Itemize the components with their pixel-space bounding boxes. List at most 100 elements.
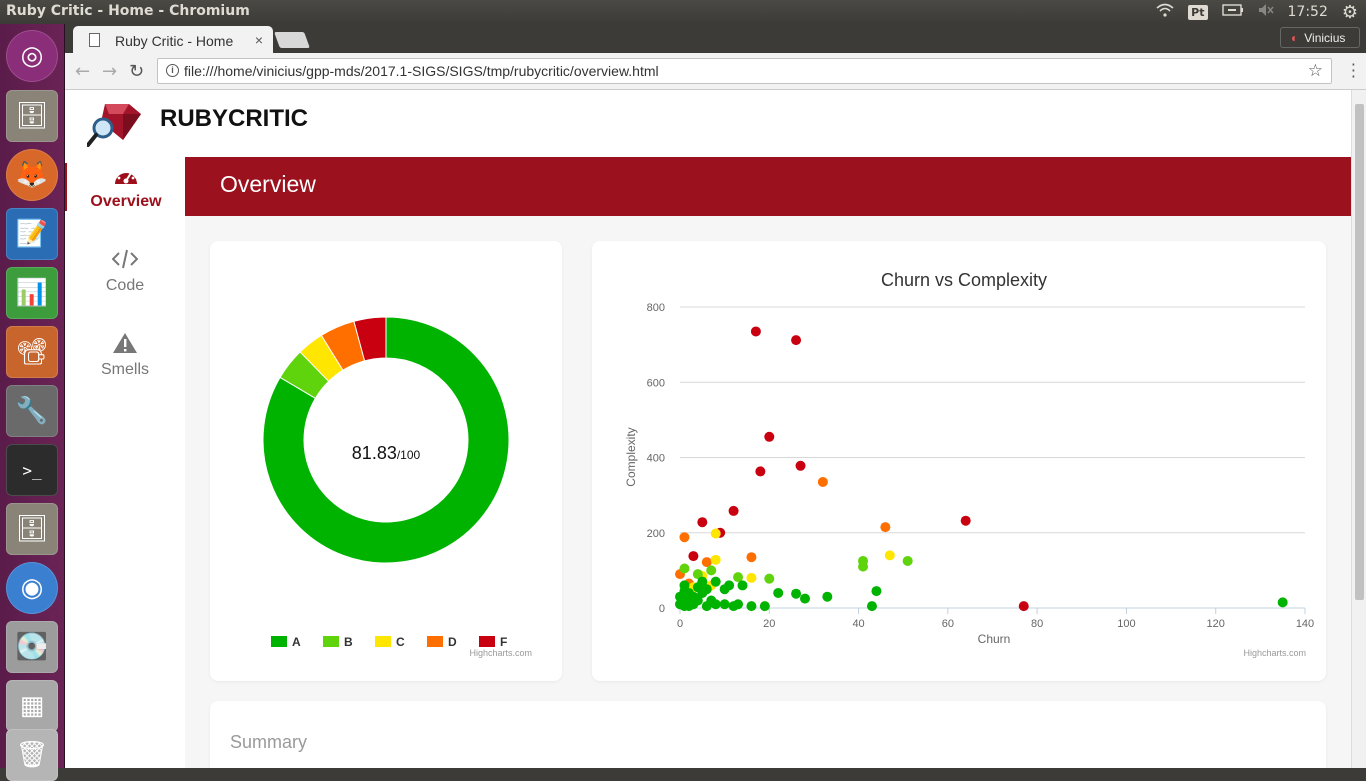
scatter-point-A-44[interactable] xyxy=(719,584,730,595)
libreoffice-writer-icon[interactable]: 📝 xyxy=(6,208,58,260)
bookmark-star-icon[interactable]: ☆ xyxy=(1308,61,1323,81)
keyboard-layout-indicator[interactable]: Pt xyxy=(1188,4,1208,20)
legend-item-B[interactable]: B xyxy=(323,635,353,649)
scatter-point-B-30[interactable] xyxy=(706,565,717,576)
scatter-point-C-18[interactable] xyxy=(710,528,721,539)
profile-button[interactable]: ◐ Vinicius xyxy=(1280,27,1360,48)
address-bar[interactable]: i file:///home/vinicius/gpp-mds/2017.1-S… xyxy=(157,58,1332,84)
scrollbar-thumb[interactable] xyxy=(1355,104,1364,600)
scatter-point-A-34[interactable] xyxy=(871,586,882,597)
x-tick-label-40: 40 xyxy=(852,618,864,630)
page-title: Overview xyxy=(220,171,316,197)
legend-label-A: A xyxy=(292,635,301,649)
trash-icon[interactable]: 🗑 xyxy=(6,729,58,781)
scatter-point-F-0[interactable] xyxy=(750,326,761,337)
ubuntu-dash-icon[interactable]: ◎ xyxy=(6,30,58,82)
browser-menu-icon[interactable]: · · · xyxy=(1351,57,1356,85)
legend-item-F[interactable]: F xyxy=(479,635,507,649)
legend-label-B: B xyxy=(344,635,353,649)
libreoffice-calc-icon[interactable]: 📊 xyxy=(6,267,58,319)
scatter-point-B-28[interactable] xyxy=(679,563,690,574)
info-icon[interactable]: i xyxy=(166,64,179,77)
scatter-point-C-20[interactable] xyxy=(710,554,721,565)
scatter-point-B-31[interactable] xyxy=(764,573,775,584)
scatter-point-B-27[interactable] xyxy=(858,561,869,572)
scatter-point-D-11[interactable] xyxy=(817,476,828,487)
page-scrollbar[interactable] xyxy=(1351,90,1366,768)
scatter-point-F-6[interactable] xyxy=(697,517,708,528)
disk-drive-icon[interactable]: 💽 xyxy=(6,621,58,673)
new-tab-button[interactable] xyxy=(274,32,310,48)
forward-arrow-icon[interactable]: → xyxy=(102,61,117,82)
legend-label-C: C xyxy=(396,635,405,649)
scatter-point-A-67[interactable] xyxy=(728,601,739,612)
x-tick-label-140: 140 xyxy=(1296,618,1314,630)
scatter-point-A-33[interactable] xyxy=(1277,597,1288,608)
legend-item-A[interactable]: A xyxy=(271,635,301,649)
scatter-point-A-41[interactable] xyxy=(737,580,748,591)
url-text[interactable]: file:///home/vinicius/gpp-mds/2017.1-SIG… xyxy=(184,63,659,79)
tab-close-icon[interactable]: × xyxy=(255,32,263,48)
scatter-point-F-9[interactable] xyxy=(960,515,971,526)
scatter-point-F-1[interactable] xyxy=(791,335,802,346)
scatter-point-A-40[interactable] xyxy=(746,601,757,612)
brand-name[interactable]: RUBYCRITIC xyxy=(160,105,308,133)
reload-icon[interactable]: ↻ xyxy=(129,61,144,82)
browser-tab[interactable]: Ruby Critic - Home × xyxy=(73,26,273,53)
scatter-point-A-65[interactable] xyxy=(675,591,685,602)
nav-smells-label: Smells xyxy=(100,361,149,378)
files-icon[interactable]: 🗄 xyxy=(6,90,58,142)
scatter-point-A-37[interactable] xyxy=(791,588,802,599)
scatter-point-F-5[interactable] xyxy=(728,505,739,516)
donut-credit[interactable]: Highcharts.com xyxy=(469,648,532,658)
nav-overview-label: Overview xyxy=(90,193,162,210)
nav-code[interactable]: Code xyxy=(65,247,185,295)
system-settings-icon[interactable]: 🔧 xyxy=(6,385,58,437)
legend-item-D[interactable]: D xyxy=(427,635,457,649)
scatter-point-F-2[interactable] xyxy=(764,431,775,442)
legend-item-C[interactable]: C xyxy=(375,635,405,649)
score-donut-chart: 81.83/100 A B C D F Highcharts.com xyxy=(262,316,532,658)
scatter-point-C-19[interactable] xyxy=(884,550,895,561)
wifi-icon[interactable] xyxy=(1156,3,1174,21)
scatter-point-A-66[interactable] xyxy=(866,601,877,612)
terminal-icon[interactable]: >_ xyxy=(6,444,58,496)
scatter-point-A-36[interactable] xyxy=(800,593,810,604)
warning-icon xyxy=(113,333,137,353)
y-tick-label-400: 400 xyxy=(647,453,665,465)
churn-complexity-chart: Churn vs Complexity 0 200 400 600 800 0 20 40 60… xyxy=(624,270,1314,658)
chromium-icon[interactable]: ◉ xyxy=(6,562,58,614)
legend-swatch-F xyxy=(479,636,495,647)
scatter-point-A-45[interactable] xyxy=(719,599,730,610)
scatter-point-F-8[interactable] xyxy=(688,551,699,562)
scatter-point-D-12[interactable] xyxy=(880,522,891,533)
scatter-point-A-46[interactable] xyxy=(710,576,721,587)
scatter-point-D-13[interactable] xyxy=(679,532,690,543)
scatter-point-A-63[interactable] xyxy=(679,580,690,591)
scatter-point-F-10[interactable] xyxy=(1018,601,1029,612)
files-icon-2[interactable]: 🗄 xyxy=(6,503,58,555)
scatter-point-F-3[interactable] xyxy=(795,460,806,471)
nav-overview[interactable]: Overview xyxy=(65,163,185,211)
scatter-point-B-26[interactable] xyxy=(902,555,913,566)
scatter-point-C-22[interactable] xyxy=(746,572,757,583)
summary-card: Summary xyxy=(210,701,1326,768)
volume-muted-icon[interactable] xyxy=(1258,3,1274,21)
scatter-point-A-54[interactable] xyxy=(692,582,703,593)
scatter-point-A-35[interactable] xyxy=(822,591,833,602)
libreoffice-impress-icon[interactable]: 📽 xyxy=(6,326,58,378)
nav-smells[interactable]: Smells xyxy=(65,331,185,379)
scatter-credit[interactable]: Highcharts.com xyxy=(1243,648,1306,658)
scatter-point-A-38[interactable] xyxy=(773,587,784,598)
firefox-icon[interactable]: 🦊 xyxy=(6,149,58,201)
scatter-point-A-49[interactable] xyxy=(701,601,712,612)
rubycritic-logo[interactable] xyxy=(87,100,145,148)
workspace-switcher-icon[interactable]: ▦ xyxy=(6,680,58,732)
battery-icon[interactable] xyxy=(1221,4,1244,20)
back-arrow-icon[interactable]: ← xyxy=(75,61,90,82)
scatter-point-F-4[interactable] xyxy=(755,466,766,477)
clock[interactable]: 17:52 xyxy=(1288,4,1328,20)
scatter-point-A-39[interactable] xyxy=(759,601,770,612)
scatter-point-D-14[interactable] xyxy=(746,552,757,563)
settings-gear-icon[interactable]: ⚙ xyxy=(1342,2,1358,23)
